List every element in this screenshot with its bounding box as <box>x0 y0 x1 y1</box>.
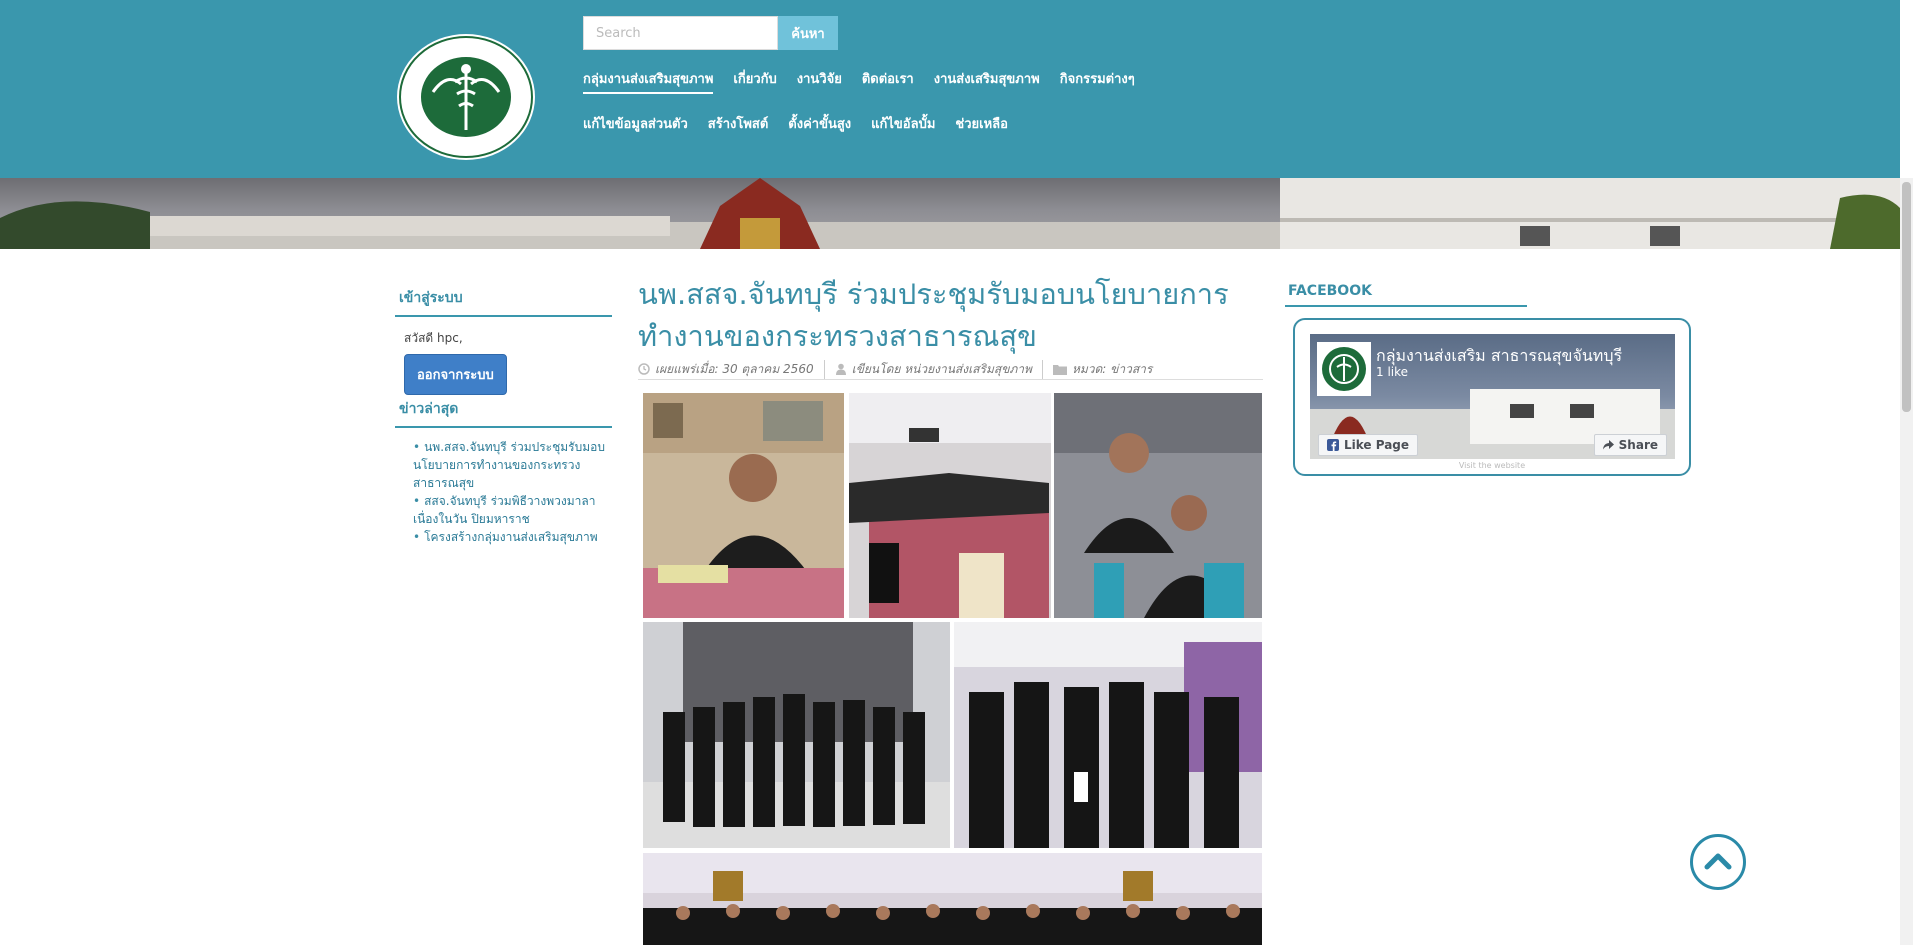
like-page-label: Like Page <box>1344 438 1410 452</box>
nav-item-create-post[interactable]: สร้างโพสต์ <box>708 113 769 137</box>
author-text: เขียนโดย หน่วยงานส่งเสริมสุขภาพ <box>851 361 1032 376</box>
list-item: • สสจ.จันทบุรี ร่วมพิธีวางพวงมาลาเนื่องใน… <box>413 494 596 526</box>
latest-news-list: • นพ.สสจ.จันทบุรี ร่วมประชุมรับมอบนโยบายก… <box>413 438 612 546</box>
nav-item-research[interactable]: งานวิจัย <box>797 68 842 94</box>
ministry-logo[interactable] <box>395 32 537 162</box>
facebook-visit-link[interactable]: Visit the website <box>1295 461 1689 470</box>
article-title[interactable]: นพ.สสจ.จันทบุรี ร่วมประชุมรับมอบนโยบายกา… <box>638 273 1268 357</box>
back-to-top-button[interactable] <box>1690 834 1746 890</box>
category-text: หมวด: ข่าวสาร <box>1071 361 1153 376</box>
latest-news-heading: ข่าวล่าสุด <box>395 398 612 428</box>
facebook-like-button[interactable]: Like Page <box>1318 434 1419 456</box>
main-nav: กลุ่มงานส่งเสริมสุขภาพ เกี่ยวกับ งานวิจั… <box>583 68 1135 94</box>
header-banner-image <box>0 178 1900 249</box>
clock-icon <box>638 363 650 375</box>
article-category: หมวด: ข่าวสาร <box>1052 360 1162 379</box>
nav-item-health-work[interactable]: งานส่งเสริมสุขภาพ <box>934 68 1040 94</box>
site-header: ค้นหา กลุ่มงานส่งเสริมสุขภาพ เกี่ยวกับ ง… <box>0 0 1900 178</box>
news-link-1[interactable]: นพ.สสจ.จันทบุรี ร่วมประชุมรับมอบนโยบายกา… <box>413 440 605 490</box>
folder-icon <box>1052 364 1067 375</box>
article-photo-3[interactable] <box>1054 393 1262 618</box>
search-input[interactable] <box>583 16 778 50</box>
article-photo-2[interactable] <box>849 393 1051 618</box>
facebook-page-card[interactable]: กลุ่มงานส่งเสริม สาธารณสุขจันทบุรี 1 lik… <box>1310 334 1675 459</box>
chevron-up-icon <box>1704 853 1732 870</box>
article-meta: เผยแพร่เมื่อ: 30 ตุลาคม 2560 เขียนโดย หน… <box>638 359 1263 380</box>
share-label: Share <box>1618 438 1658 452</box>
share-arrow-icon <box>1602 440 1614 450</box>
nav-item-contact[interactable]: ติดต่อเรา <box>862 68 914 94</box>
search-button[interactable]: ค้นหา <box>778 16 838 50</box>
facebook-f-icon <box>1327 439 1339 451</box>
facebook-like-count: 1 like <box>1376 365 1409 379</box>
news-link-3[interactable]: โครงสร้างกลุ่มงานส่งเสริมสุขภาพ <box>424 530 598 544</box>
page-scrollbar[interactable] <box>1900 178 1913 945</box>
published-text: เผยแพร่เมื่อ: 30 ตุลาคม 2560 <box>655 361 814 376</box>
article-photo-4[interactable] <box>643 622 950 848</box>
search-bar: ค้นหา <box>583 16 838 50</box>
nav-item-activities[interactable]: กิจกรรมต่างๆ <box>1060 68 1135 94</box>
nav-item-edit-profile[interactable]: แก้ไขข้อมูลส่วนตัว <box>583 113 688 137</box>
list-item: • โครงสร้างกลุ่มงานส่งเสริมสุขภาพ <box>413 530 598 544</box>
nav-item-help[interactable]: ช่วยเหลือ <box>955 113 1008 137</box>
logout-button[interactable]: ออกจากระบบ <box>404 354 507 395</box>
nav-item-advanced-settings[interactable]: ตั้งค่าขั้นสูง <box>788 113 851 137</box>
list-item: • นพ.สสจ.จันทบุรี ร่วมประชุมรับมอบนโยบายก… <box>413 440 605 490</box>
article-photo-6[interactable] <box>643 853 1262 945</box>
login-heading: เข้าสู่ระบบ <box>395 287 612 317</box>
article-photo-5[interactable] <box>954 622 1262 848</box>
login-module: เข้าสู่ระบบ สวัสดี hpc, ออกจากระบบ <box>395 287 612 395</box>
user-greeting: สวัสดี hpc, <box>404 331 463 345</box>
nav-item-health-promotion[interactable]: กลุ่มงานส่งเสริมสุขภาพ <box>583 68 714 94</box>
nav-item-edit-album[interactable]: แก้ไขอัลบั้ม <box>871 113 935 137</box>
news-link-2[interactable]: สสจ.จันทบุรี ร่วมพิธีวางพวงมาลาเนื่องในว… <box>413 494 596 526</box>
scrollbar-thumb[interactable] <box>1902 182 1911 412</box>
facebook-share-button[interactable]: Share <box>1593 434 1667 456</box>
facebook-widget: กลุ่มงานส่งเสริม สาธารณสุขจันทบุรี 1 lik… <box>1293 318 1691 476</box>
facebook-page-name[interactable]: กลุ่มงานส่งเสริม สาธารณสุขจันทบุรี <box>1376 344 1622 369</box>
facebook-heading: FACEBOOK <box>1285 283 1527 307</box>
published-date: เผยแพร่เมื่อ: 30 ตุลาคม 2560 <box>638 359 825 379</box>
article-author: เขียนโดย หน่วยงานส่งเสริมสุขภาพ <box>835 359 1043 379</box>
user-nav: แก้ไขข้อมูลส่วนตัว สร้างโพสต์ ตั้งค่าขั้… <box>583 113 1008 137</box>
article-photo-1[interactable] <box>643 393 844 618</box>
nav-item-about[interactable]: เกี่ยวกับ <box>733 68 776 94</box>
user-icon <box>835 363 846 375</box>
latest-news-module: ข่าวล่าสุด • นพ.สสจ.จันทบุรี ร่วมประชุมรั… <box>395 398 612 546</box>
facebook-page-avatar <box>1317 342 1371 396</box>
